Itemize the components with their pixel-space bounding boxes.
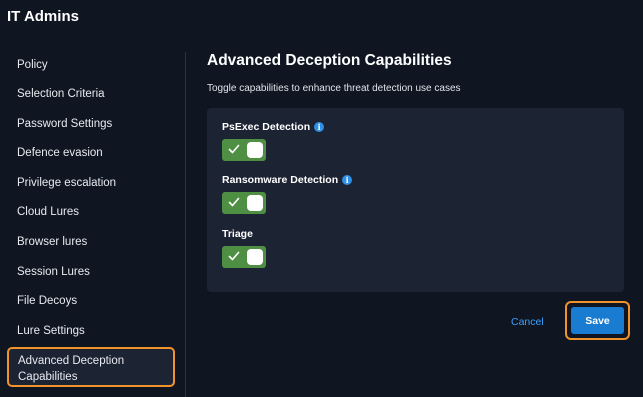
sidebar-item-selection-criteria[interactable]: Selection Criteria [17,88,105,100]
psexec-detection-text: PsExec Detection [222,121,311,133]
sidebar-item-advanced-deception-capabilities[interactable]: Advanced Deception Capabilities [7,347,175,387]
info-icon[interactable]: i [342,175,353,185]
sidebar-item-browser-lures[interactable]: Browser lures [17,236,87,248]
app-title: IT Admins [7,8,79,25]
info-icon[interactable]: i [314,122,325,132]
save-button-highlight: Save [565,301,630,340]
capabilities-card: PsExec Detection i Ransomware Detection … [207,108,624,292]
toggle-knob [247,249,263,265]
check-icon [228,144,240,154]
toggle-knob [247,142,263,158]
sidebar-divider [185,52,186,397]
check-icon [228,251,240,261]
ransomware-detection-text: Ransomware Detection [222,174,339,186]
cancel-button[interactable]: Cancel [511,316,544,328]
check-icon [228,197,240,207]
psexec-detection-toggle[interactable] [222,139,266,161]
sidebar-item-session-lures[interactable]: Session Lures [17,266,90,278]
save-button[interactable]: Save [571,307,624,334]
sidebar-item-lure-settings[interactable]: Lure Settings [17,325,85,337]
sidebar-item-password-settings[interactable]: Password Settings [17,118,112,130]
psexec-detection-label: PsExec Detection i [222,121,325,133]
sidebar-item-defence-evasion[interactable]: Defence evasion [17,147,103,159]
sidebar: Policy Selection Criteria Password Setti… [0,50,186,397]
triage-text: Triage [222,228,253,240]
triage-label: Triage [222,228,253,240]
sidebar-item-file-decoys[interactable]: File Decoys [17,295,77,307]
ransomware-detection-toggle[interactable] [222,192,266,214]
sidebar-item-cloud-lures[interactable]: Cloud Lures [17,206,79,218]
page-subtitle: Toggle capabilities to enhance threat de… [207,83,461,94]
triage-toggle[interactable] [222,246,266,268]
toggle-knob [247,195,263,211]
page-title: Advanced Deception Capabilities [207,52,452,69]
sidebar-item-privilege-escalation[interactable]: Privilege escalation [17,177,116,189]
sidebar-item-policy[interactable]: Policy [17,59,48,71]
ransomware-detection-label: Ransomware Detection i [222,174,353,186]
